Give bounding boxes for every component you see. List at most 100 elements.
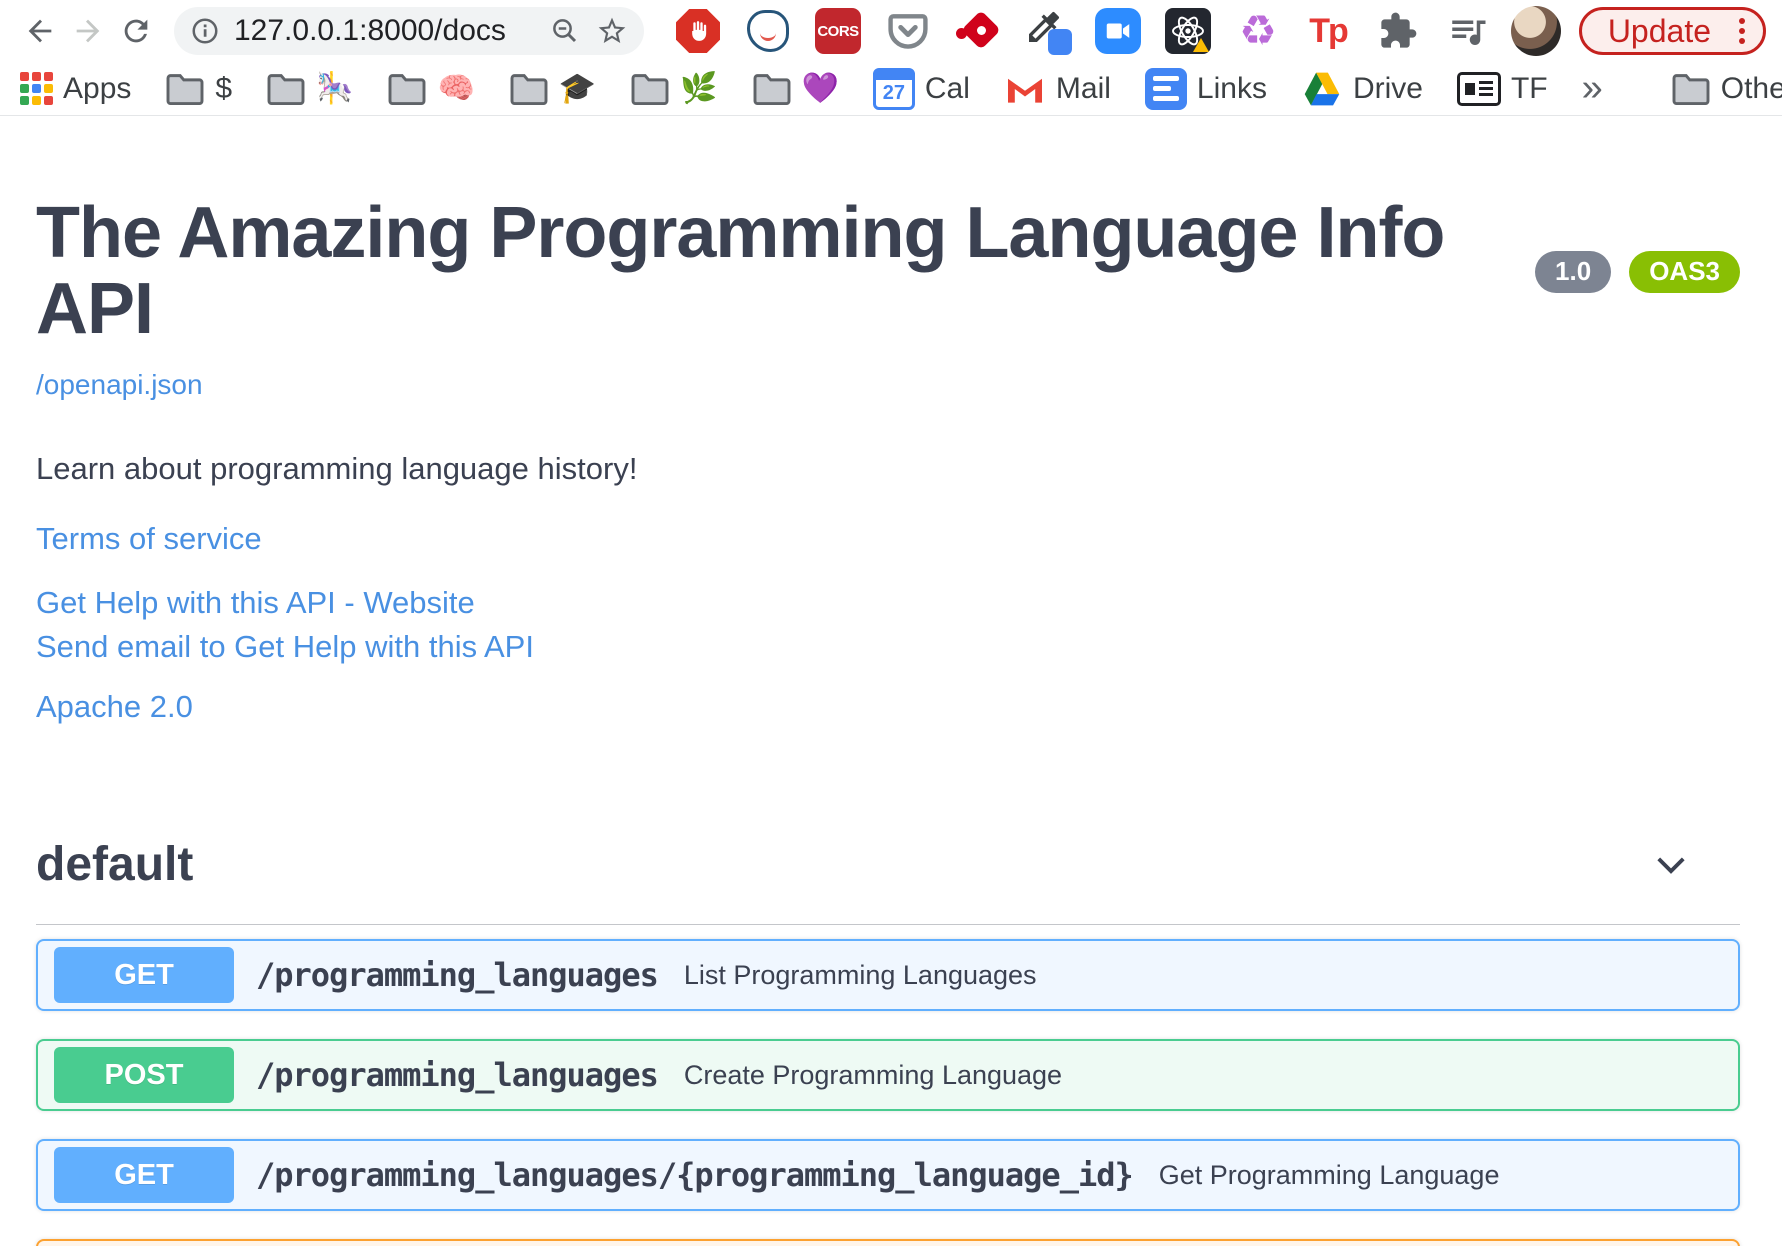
bookmark-label: $	[215, 71, 233, 105]
warning-badge-icon	[1193, 38, 1209, 52]
bookmark-mail[interactable]: Mail	[1004, 72, 1111, 106]
herb-emoji: 🌿	[680, 72, 718, 105]
version-badge: 1.0	[1535, 250, 1612, 293]
back-button[interactable]	[16, 7, 64, 55]
other-bookmarks-label: Other Bookmarks	[1720, 71, 1782, 105]
folder-icon	[388, 73, 426, 105]
bookmarks-overflow-chevron[interactable]: »	[1582, 67, 1603, 110]
bookmark-tf[interactable]: TF	[1456, 71, 1548, 106]
tf-icon	[1456, 71, 1501, 106]
forward-icon	[76, 19, 100, 43]
apps-grid-icon	[20, 72, 53, 105]
pocket-icon	[888, 14, 928, 49]
url-text[interactable]: 127.0.0.1:8000/docs	[234, 14, 550, 48]
react-devtools-icon	[1165, 8, 1211, 54]
folder-icon	[631, 73, 669, 105]
terms-of-service-link[interactable]: Terms of service	[36, 521, 1740, 557]
bookmark-drive[interactable]: Drive	[1301, 70, 1423, 108]
chevron-down-icon[interactable]	[1650, 844, 1692, 886]
recycle-extension[interactable]: ♻	[1234, 7, 1282, 55]
bookmark-label: Apps	[63, 71, 132, 105]
operation-path: /programming_languages/{programming_lang…	[256, 1156, 1134, 1195]
recycle-icon: ♻	[1239, 7, 1277, 54]
section-title: default	[36, 838, 194, 892]
gmail-icon	[1007, 78, 1042, 103]
bookmark-folder-grad[interactable]: 🎓	[509, 71, 596, 106]
puzzle-icon	[1381, 12, 1417, 48]
adblock-extension[interactable]	[674, 7, 722, 55]
graduation-emoji: 🎓	[558, 72, 597, 105]
operation-summary: List Programming Languages	[683, 959, 1037, 990]
bookmark-folder-brain[interactable]: 🧠	[387, 71, 475, 106]
api-description: Learn about programming language history…	[36, 451, 638, 487]
method-badge: POST	[54, 1047, 234, 1104]
profile-avatar[interactable]	[1510, 6, 1561, 56]
bookmark-folder-heart[interactable]: 💜	[752, 71, 839, 106]
help-email-link[interactable]: Send email to Get Help with this API	[36, 629, 1740, 665]
forward-button[interactable]	[64, 7, 112, 55]
address-bar[interactable]: 127.0.0.1:8000/docs	[174, 7, 644, 55]
chat-bubble-icon	[747, 10, 789, 52]
operation-summary: Create Programming Language	[683, 1059, 1063, 1090]
bookmark-label: Drive	[1352, 71, 1423, 105]
folder-icon	[1672, 73, 1710, 105]
other-bookmarks[interactable]: Other Bookmarks	[1671, 72, 1782, 106]
folder-icon	[267, 73, 305, 105]
bookmark-label: Mail	[1055, 71, 1111, 105]
axe-extension[interactable]	[954, 7, 1002, 55]
purple-heart-emoji: 💜	[801, 72, 839, 105]
react-devtools-extension[interactable]	[1164, 7, 1212, 55]
extensions-menu[interactable]	[1374, 7, 1422, 55]
operation-row[interactable]: GET /programming_languages List Programm…	[36, 939, 1740, 1012]
back-icon	[28, 19, 52, 43]
music-playlist-extension[interactable]	[1444, 7, 1492, 55]
bookmark-calendar[interactable]: 27 Cal	[872, 67, 970, 110]
bookmark-apps[interactable]: Apps	[20, 72, 131, 106]
update-label: Update	[1607, 12, 1711, 49]
folder-icon	[166, 73, 204, 105]
operation-row[interactable]: GET /programming_languages/{programming_…	[36, 1139, 1740, 1212]
tag-section-header[interactable]: default	[36, 837, 1740, 926]
bookmark-folder-dollar[interactable]: $	[165, 72, 232, 106]
music-playlist-icon	[1452, 20, 1486, 45]
reload-button[interactable]	[112, 7, 160, 55]
bookmark-folder-carousel[interactable]: 🎠	[266, 71, 353, 106]
update-button[interactable]: Update	[1578, 7, 1766, 55]
operation-path: /programming_languages	[256, 1056, 659, 1095]
zoom-out-icon[interactable]	[550, 16, 580, 46]
browser-toolbar: 127.0.0.1:8000/docs CORS ♻ Tp Update	[0, 0, 1782, 62]
bookmarks-bar: Apps $ 🎠 🧠 🎓 🌿 💜 27 Cal Mail Links Drive…	[0, 62, 1782, 116]
site-info-icon[interactable]	[190, 16, 220, 46]
carousel-emoji: 🎠	[316, 72, 354, 105]
bookmark-label: Links	[1196, 71, 1267, 105]
openapi-spec-link[interactable]: /openapi.json	[36, 369, 203, 401]
page-title: The Amazing Programming Language Info AP…	[36, 193, 1445, 349]
chat-extension[interactable]	[744, 7, 792, 55]
operation-row[interactable]: PUT /programming_languages/{programming_…	[36, 1239, 1740, 1246]
extensions-row: CORS ♻ Tp	[674, 7, 1501, 55]
folder-icon	[753, 73, 790, 105]
pocket-extension[interactable]	[884, 7, 932, 55]
operations-list: GET /programming_languages List Programm…	[36, 925, 1740, 1246]
folder-icon	[510, 73, 548, 105]
cors-extension[interactable]: CORS	[814, 7, 862, 55]
method-badge: GET	[54, 1147, 234, 1204]
color-picker-extension[interactable]	[1024, 7, 1072, 55]
tp-extension[interactable]: Tp	[1304, 7, 1352, 55]
bookmark-folder-herb[interactable]: 🌿	[630, 71, 718, 106]
tp-icon: Tp	[1309, 11, 1349, 50]
bookmark-star-icon[interactable]	[596, 15, 628, 47]
color-picker-icon	[1024, 7, 1072, 55]
help-website-link[interactable]: Get Help with this API - Website	[36, 585, 1740, 621]
operation-row[interactable]: POST /programming_languages Create Progr…	[36, 1039, 1740, 1112]
license-link[interactable]: Apache 2.0	[36, 689, 1740, 725]
cors-icon: CORS	[815, 8, 861, 54]
adblock-icon	[676, 9, 720, 53]
docs-icon	[1144, 67, 1187, 110]
kebab-menu-icon[interactable]	[1731, 18, 1753, 44]
zoom-extension[interactable]	[1094, 7, 1142, 55]
operation-path: /programming_languages	[256, 956, 659, 995]
calendar-icon: 27	[872, 67, 915, 110]
swagger-page: The Amazing Programming Language Info AP…	[0, 193, 1782, 1246]
bookmark-links[interactable]: Links	[1144, 67, 1267, 110]
